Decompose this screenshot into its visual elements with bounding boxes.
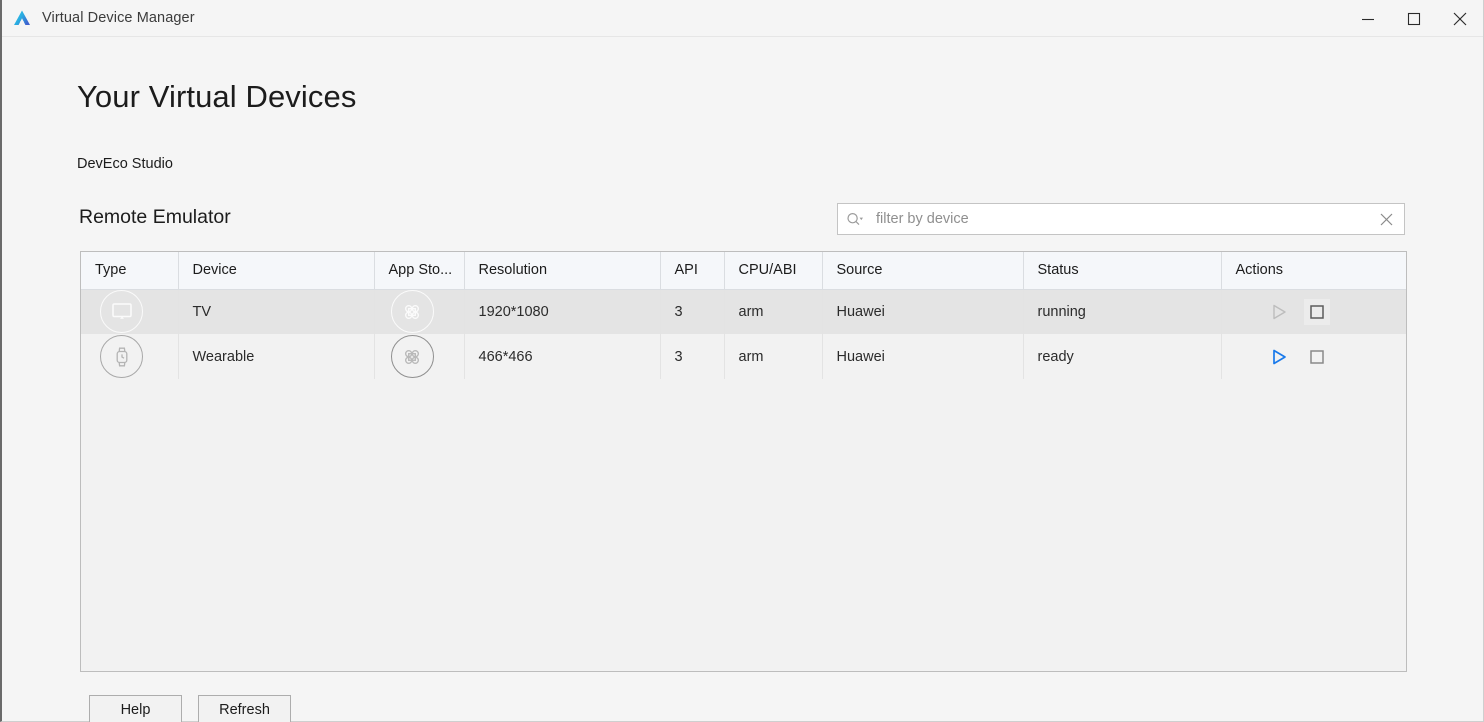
column-header-cpu-abi[interactable]: CPU/ABI: [724, 252, 823, 290]
cell-type: [81, 289, 179, 334]
cell-app-store: [374, 334, 465, 379]
column-header-status[interactable]: Status: [1023, 252, 1222, 290]
maximize-button[interactable]: [1391, 0, 1437, 37]
deveco-studio-logo-icon: [12, 8, 32, 28]
table-row[interactable]: TV 1920*1080 3 arm Huawei running: [81, 289, 1406, 334]
filter-by-device-input[interactable]: [872, 211, 1368, 227]
stop-icon[interactable]: [1303, 298, 1330, 325]
cell-device: TV: [178, 289, 375, 334]
virtual-devices-table: Type Device App Sto... Resolution API CP…: [80, 251, 1407, 672]
window-title: Virtual Device Manager: [42, 10, 195, 26]
column-header-device[interactable]: Device: [178, 252, 375, 290]
column-header-app-store[interactable]: App Sto...: [374, 252, 465, 290]
play-icon: [1266, 299, 1292, 325]
play-icon[interactable]: [1266, 344, 1292, 370]
column-header-type[interactable]: Type: [81, 252, 179, 290]
footer-buttons: Help Refresh: [89, 695, 291, 722]
virtual-device-manager-window: Virtual Device Manager Your Virtual Devi…: [0, 0, 1484, 722]
cell-cpu-abi: arm: [724, 334, 823, 379]
cell-app-store: [374, 289, 465, 334]
cell-device: Wearable: [178, 334, 375, 379]
filter-search-box[interactable]: [837, 203, 1405, 235]
cell-source: Huawei: [822, 334, 1024, 379]
cell-actions: [1221, 334, 1406, 379]
clear-search-icon[interactable]: [1368, 204, 1404, 234]
cell-status: ready: [1023, 334, 1222, 379]
cell-resolution: 466*466: [464, 334, 661, 379]
cell-actions: [1221, 289, 1406, 334]
app-store-clover-icon: [390, 335, 434, 378]
help-button[interactable]: Help: [89, 695, 182, 722]
page-subtitle: DevEco Studio: [77, 156, 173, 172]
tv-monitor-icon: [100, 290, 143, 334]
close-button[interactable]: [1437, 0, 1483, 37]
section-title-remote-emulator: Remote Emulator: [79, 206, 231, 228]
search-icon[interactable]: [838, 204, 872, 234]
wearable-watch-icon: [100, 335, 143, 378]
cell-status: running: [1023, 289, 1222, 334]
column-header-source[interactable]: Source: [822, 252, 1024, 290]
refresh-button[interactable]: Refresh: [198, 695, 291, 722]
cell-api: 3: [660, 289, 725, 334]
window-controls: [1345, 0, 1483, 37]
stop-icon[interactable]: [1304, 344, 1330, 370]
cell-source: Huawei: [822, 289, 1024, 334]
table-row[interactable]: Wearable 466*466 3 arm Huawei ready: [81, 334, 1406, 379]
column-header-actions[interactable]: Actions: [1221, 252, 1406, 290]
cell-resolution: 1920*1080: [464, 289, 661, 334]
cell-api: 3: [660, 334, 725, 379]
title-bar: Virtual Device Manager: [2, 0, 1483, 37]
page-title: Your Virtual Devices: [77, 79, 357, 114]
cell-cpu-abi: arm: [724, 289, 823, 334]
column-header-api[interactable]: API: [660, 252, 725, 290]
cell-type: [81, 334, 179, 379]
app-store-clover-icon: [390, 290, 434, 334]
minimize-button[interactable]: [1345, 0, 1391, 37]
table-header-row: Type Device App Sto... Resolution API CP…: [81, 252, 1406, 290]
column-header-resolution[interactable]: Resolution: [464, 252, 661, 290]
